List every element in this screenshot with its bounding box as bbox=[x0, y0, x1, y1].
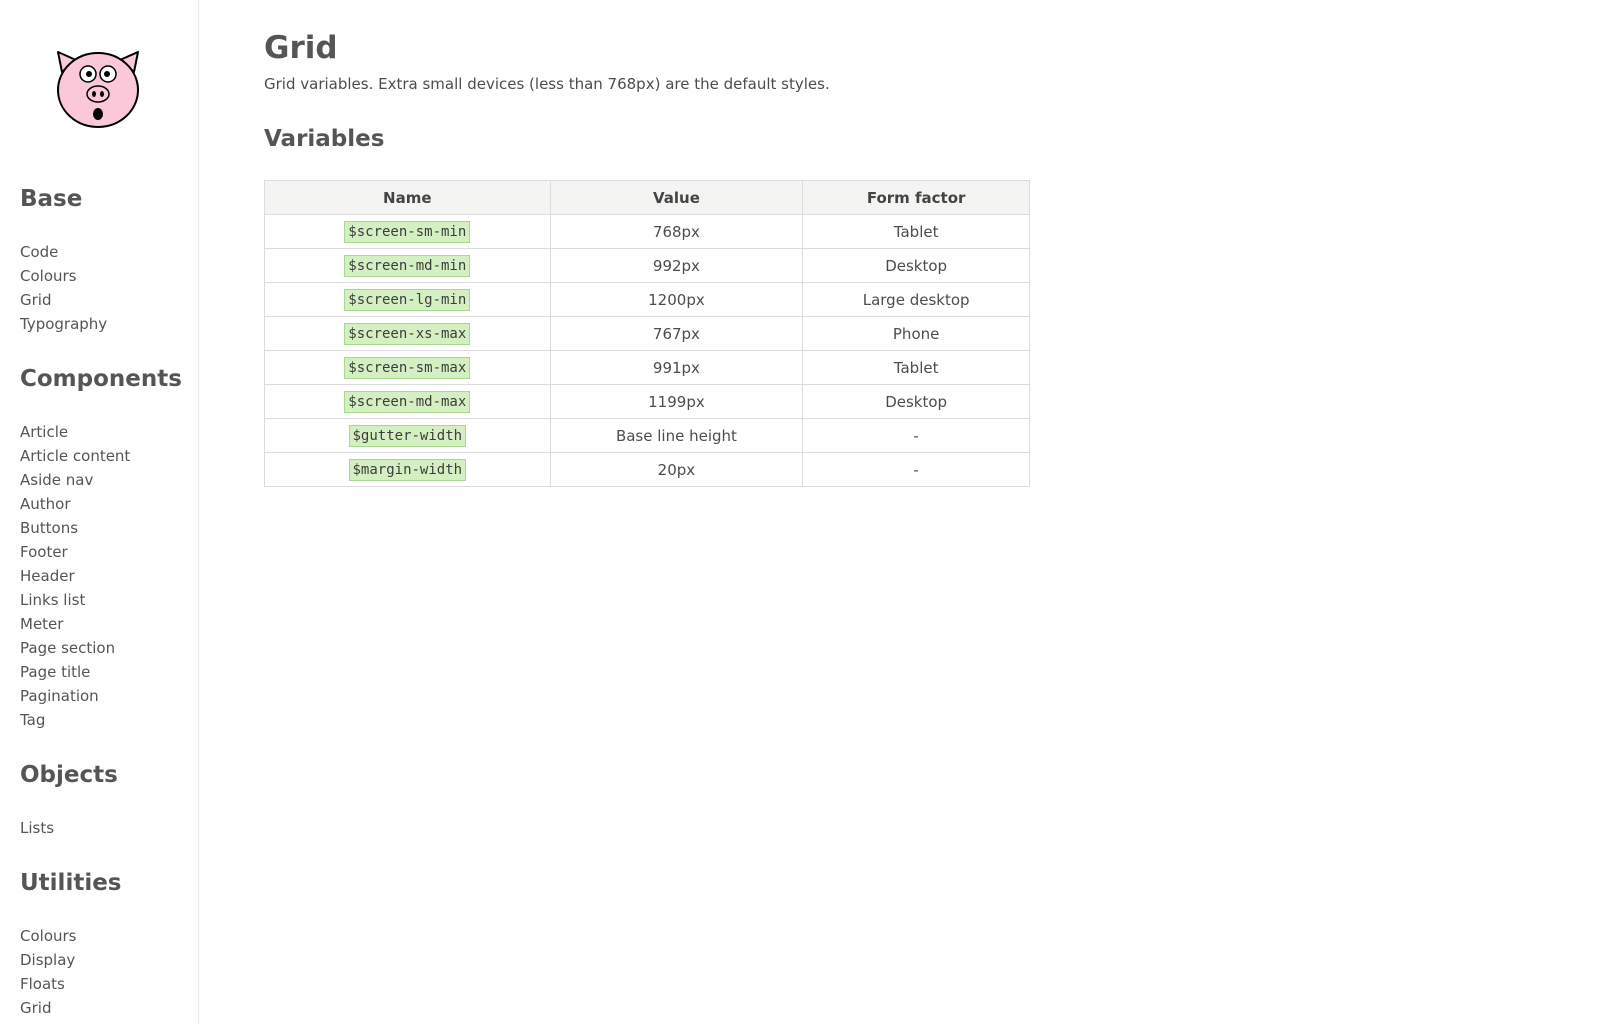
nav-item-meter[interactable]: Meter bbox=[20, 612, 130, 636]
cell-form-factor: - bbox=[802, 452, 1030, 487]
nav-item-lists[interactable]: Lists bbox=[20, 816, 54, 840]
nav-item-code[interactable]: Code bbox=[20, 240, 107, 264]
table-row: $screen-md-max 1199px Desktop bbox=[264, 384, 1030, 419]
table-row: $screen-lg-min 1200px Large desktop bbox=[264, 282, 1030, 317]
nav-item-display[interactable]: Display bbox=[20, 948, 76, 972]
cell-form-factor: - bbox=[802, 418, 1030, 453]
cell-value: 992px bbox=[549, 248, 804, 283]
nav-item-utilities-colours[interactable]: Colours bbox=[20, 924, 76, 948]
column-header-value: Value bbox=[549, 180, 804, 215]
table-row: $gutter-width Base line height - bbox=[264, 418, 1030, 453]
cell-value: 991px bbox=[549, 350, 804, 385]
variable-code: $screen-lg-min bbox=[344, 288, 471, 311]
nav-item-grid[interactable]: Grid bbox=[20, 288, 107, 312]
nav-item-typography[interactable]: Typography bbox=[20, 312, 107, 336]
nav-heading-base: Base bbox=[20, 186, 83, 212]
cell-value: 768px bbox=[549, 214, 804, 249]
pig-logo-icon[interactable] bbox=[52, 46, 144, 130]
nav-item-article-content[interactable]: Article content bbox=[20, 444, 130, 468]
nav-list-utilities: Colours Display Floats Grid bbox=[20, 924, 76, 1020]
nav-item-aside-nav[interactable]: Aside nav bbox=[20, 468, 130, 492]
nav-list-components: Article Article content Aside nav Author… bbox=[20, 420, 130, 732]
cell-name: $screen-md-min bbox=[264, 248, 551, 283]
table-row: $screen-xs-max 767px Phone bbox=[264, 316, 1030, 351]
cell-name: $gutter-width bbox=[264, 418, 551, 453]
variable-code: $screen-xs-max bbox=[344, 322, 471, 345]
cell-form-factor: Phone bbox=[802, 316, 1030, 351]
cell-value: 1200px bbox=[549, 282, 804, 317]
column-header-form-factor: Form factor bbox=[802, 180, 1030, 215]
nav-item-page-title[interactable]: Page title bbox=[20, 660, 130, 684]
cell-value: 20px bbox=[549, 452, 804, 487]
nav-item-floats[interactable]: Floats bbox=[20, 972, 76, 996]
nav-item-page-section[interactable]: Page section bbox=[20, 636, 130, 660]
cell-form-factor: Desktop bbox=[802, 384, 1030, 419]
cell-form-factor: Large desktop bbox=[802, 282, 1030, 317]
cell-form-factor: Tablet bbox=[802, 350, 1030, 385]
table-row: $screen-sm-min 768px Tablet bbox=[264, 214, 1030, 249]
nav-heading-objects: Objects bbox=[20, 762, 118, 788]
nav-item-pagination[interactable]: Pagination bbox=[20, 684, 130, 708]
nav-item-header[interactable]: Header bbox=[20, 564, 130, 588]
nav-item-buttons[interactable]: Buttons bbox=[20, 516, 130, 540]
table-row: $screen-sm-max 991px Tablet bbox=[264, 350, 1030, 385]
cell-name: $screen-lg-min bbox=[264, 282, 551, 317]
nav-heading-components: Components bbox=[20, 366, 182, 392]
cell-form-factor: Tablet bbox=[802, 214, 1030, 249]
variable-code: $screen-md-min bbox=[344, 254, 471, 277]
nav-list-base: Code Colours Grid Typography bbox=[20, 240, 107, 336]
nav-item-footer[interactable]: Footer bbox=[20, 540, 130, 564]
table-header-row: Name Value Form factor bbox=[264, 180, 1030, 215]
nav-item-tag[interactable]: Tag bbox=[20, 708, 130, 732]
nav-heading-utilities: Utilities bbox=[20, 870, 122, 896]
cell-value: Base line height bbox=[549, 418, 804, 453]
nav-item-links-list[interactable]: Links list bbox=[20, 588, 130, 612]
cell-name: $screen-md-max bbox=[264, 384, 551, 419]
cell-value: 1199px bbox=[549, 384, 804, 419]
cell-name: $screen-xs-max bbox=[264, 316, 551, 351]
nav-list-objects: Lists bbox=[20, 816, 54, 840]
variable-code: $screen-sm-max bbox=[344, 356, 471, 379]
variables-table: Name Value Form factor $screen-sm-min 76… bbox=[264, 180, 1030, 487]
page-description: Grid variables. Extra small devices (les… bbox=[264, 75, 830, 93]
variable-code: $screen-md-max bbox=[344, 390, 471, 413]
nav-item-author[interactable]: Author bbox=[20, 492, 130, 516]
nav-item-utilities-grid[interactable]: Grid bbox=[20, 996, 76, 1020]
cell-value: 767px bbox=[549, 316, 804, 351]
variable-code: $gutter-width bbox=[348, 424, 467, 447]
nav-item-article[interactable]: Article bbox=[20, 420, 130, 444]
table-row: $screen-md-min 992px Desktop bbox=[264, 248, 1030, 283]
sidebar: Base Code Colours Grid Typography Compon… bbox=[0, 0, 199, 1024]
cell-form-factor: Desktop bbox=[802, 248, 1030, 283]
cell-name: $screen-sm-max bbox=[264, 350, 551, 385]
variable-code: $margin-width bbox=[348, 458, 467, 481]
cell-name: $screen-sm-min bbox=[264, 214, 551, 249]
table-row: $margin-width 20px - bbox=[264, 452, 1030, 487]
column-header-name: Name bbox=[264, 180, 551, 215]
page-title: Grid bbox=[264, 30, 338, 66]
cell-name: $margin-width bbox=[264, 452, 551, 487]
variable-code: $screen-sm-min bbox=[344, 220, 471, 243]
section-title-variables: Variables bbox=[264, 126, 385, 152]
nav-item-colours[interactable]: Colours bbox=[20, 264, 107, 288]
